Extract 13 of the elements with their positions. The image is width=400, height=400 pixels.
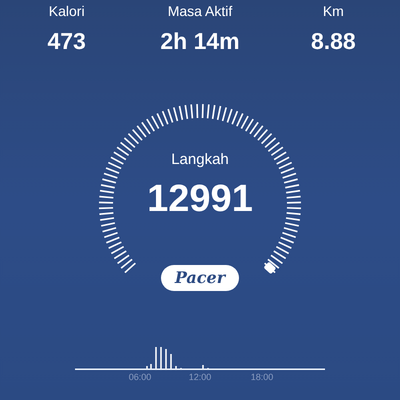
stat-value: 2h 14m xyxy=(160,27,240,56)
time-label: 12:00 xyxy=(188,371,212,383)
time-label: 06:00 xyxy=(128,371,152,383)
stat-value: 473 xyxy=(47,27,86,56)
gauge-label: Langkah xyxy=(171,150,229,170)
progress-marker-icon xyxy=(263,262,276,274)
stat-value: 8.88 xyxy=(310,27,356,56)
pacer-logo: Pacer xyxy=(160,265,240,291)
time-label: 18:00 xyxy=(250,371,274,383)
step-count: 12991 xyxy=(147,177,253,222)
stat-label: Masa Aktif xyxy=(168,2,232,20)
stat-label: Kalori xyxy=(48,2,85,20)
stat-label: Km xyxy=(322,2,344,20)
